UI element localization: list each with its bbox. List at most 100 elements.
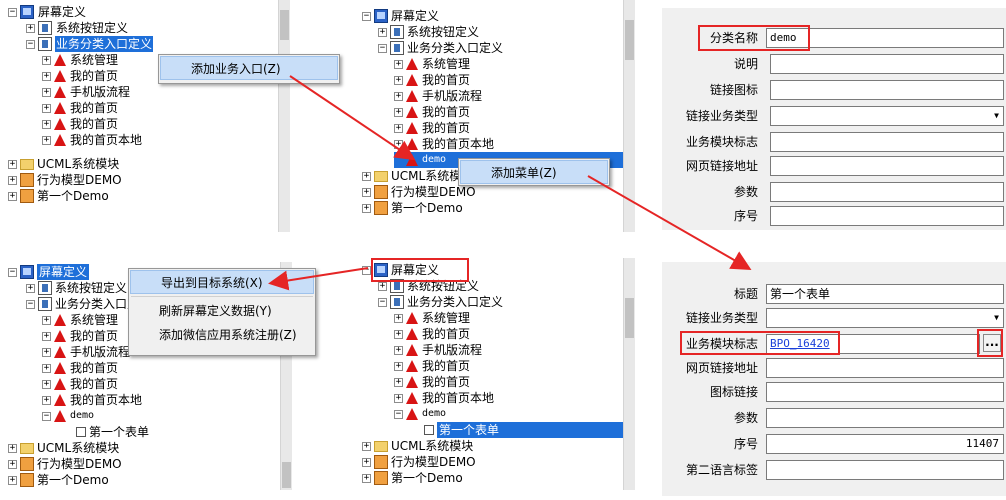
vertical-scrollbar[interactable]: [623, 0, 635, 232]
web-url-input[interactable]: [770, 156, 1004, 176]
expand-icon[interactable]: +: [394, 139, 403, 149]
expand-icon[interactable]: +: [42, 55, 51, 65]
tree-node-first-demo[interactable]: + 第一个Demo: [362, 200, 463, 216]
seq-input[interactable]: [770, 206, 1004, 226]
expand-icon[interactable]: +: [42, 71, 51, 81]
expand-icon[interactable]: +: [8, 175, 17, 185]
expand-icon[interactable]: +: [8, 459, 17, 469]
menu-item-wechat[interactable]: 添加微信应用系统注册(Z): [129, 323, 315, 347]
tree-node-first-demo[interactable]: + 第一个Demo: [8, 472, 109, 488]
expand-icon[interactable]: +: [42, 363, 51, 373]
tree-node-item[interactable]: + 我的首页: [42, 68, 118, 84]
expand-icon[interactable]: +: [394, 91, 403, 101]
link-business-type-select[interactable]: [770, 106, 1004, 126]
tree-node-business-category[interactable]: − 业务分类入口定义: [378, 294, 503, 310]
tree-node-item[interactable]: + 我的首页本地: [42, 392, 142, 408]
expand-icon[interactable]: +: [394, 59, 403, 69]
tree-node-item[interactable]: + 我的首页本地: [394, 136, 494, 152]
tree-node-ucml[interactable]: + UCML系统模块: [8, 156, 119, 172]
tree-node-item[interactable]: + 手机版流程: [394, 88, 482, 104]
link-business-type-select[interactable]: [766, 308, 1004, 328]
tree-node-behavior[interactable]: + 行为模型DEMO: [362, 184, 476, 200]
expand-icon[interactable]: +: [394, 393, 403, 403]
expand-icon[interactable]: +: [42, 395, 51, 405]
collapse-icon[interactable]: −: [394, 409, 403, 419]
collapse-icon[interactable]: −: [42, 411, 51, 421]
expand-icon[interactable]: +: [378, 281, 387, 291]
expand-icon[interactable]: +: [362, 457, 371, 467]
menu-item-export[interactable]: 导出到目标系统(X): [130, 270, 314, 294]
menu-item-refresh[interactable]: 刷新屏幕定义数据(Y): [129, 299, 315, 323]
tree-node-item[interactable]: + 我的首页: [394, 358, 470, 374]
expand-icon[interactable]: +: [362, 441, 371, 451]
link-icon-input[interactable]: [770, 80, 1004, 100]
title-input[interactable]: 第一个表单: [766, 284, 1004, 304]
tree-node-ucml[interactable]: + UCML系统模块: [362, 438, 473, 454]
expand-icon[interactable]: +: [42, 315, 51, 325]
tree-node-root[interactable]: − 屏幕定义: [8, 4, 87, 20]
expand-icon[interactable]: +: [394, 377, 403, 387]
tree-node-behavior[interactable]: + 行为模型DEMO: [8, 456, 122, 472]
expand-icon[interactable]: +: [394, 345, 403, 355]
expand-icon[interactable]: +: [394, 75, 403, 85]
expand-icon[interactable]: +: [8, 475, 17, 485]
tree-node-item[interactable]: + 我的首页: [394, 374, 470, 390]
expand-icon[interactable]: +: [26, 283, 35, 293]
vertical-scrollbar[interactable]: [278, 0, 290, 232]
tree-node-ucml[interactable]: + UCML系统模块: [8, 440, 119, 456]
collapse-icon[interactable]: −: [26, 39, 35, 49]
collapse-icon[interactable]: −: [362, 265, 371, 275]
tree-node-item[interactable]: + 我的首页: [394, 326, 470, 342]
tree-node-item[interactable]: + 我的首页本地: [42, 132, 142, 148]
expand-icon[interactable]: +: [394, 361, 403, 371]
expand-icon[interactable]: +: [42, 119, 51, 129]
tree-node-item[interactable]: + 我的首页本地: [394, 390, 494, 406]
tree-node-root[interactable]: − 屏幕定义: [362, 8, 439, 24]
tree-node-item[interactable]: + 手机版流程: [42, 84, 130, 100]
icon-link-input[interactable]: [766, 382, 1004, 402]
tree-node-first-form[interactable]: 第一个表单: [76, 424, 149, 440]
collapse-icon[interactable]: −: [362, 11, 371, 21]
tree-node-item[interactable]: + 系统管理: [394, 56, 470, 72]
expand-icon[interactable]: +: [42, 379, 51, 389]
tree-node-item[interactable]: + 我的首页: [42, 116, 118, 132]
expand-icon[interactable]: +: [362, 473, 371, 483]
tree-node-first-form[interactable]: 第一个表单: [424, 422, 630, 438]
seq-input[interactable]: 11407: [766, 434, 1004, 454]
second-language-input[interactable]: [766, 460, 1004, 480]
collapse-icon[interactable]: −: [8, 7, 17, 17]
tree-node-item[interactable]: + 系统管理: [42, 312, 118, 328]
tree-node-item[interactable]: + 系统管理: [42, 52, 118, 68]
expand-icon[interactable]: +: [394, 329, 403, 339]
expand-icon[interactable]: +: [42, 331, 51, 341]
expand-icon[interactable]: +: [8, 191, 17, 201]
business-module-input[interactable]: [770, 132, 1004, 152]
tree-node-system-buttons[interactable]: + 系统按钮定义: [26, 280, 127, 296]
tree-node-behavior[interactable]: + 行为模型DEMO: [8, 172, 122, 188]
expand-icon[interactable]: +: [378, 27, 387, 37]
tree-node-business-category[interactable]: − 业务分类入口定义: [26, 36, 154, 52]
expand-icon[interactable]: +: [8, 443, 17, 453]
expand-icon[interactable]: +: [42, 135, 51, 145]
params-input[interactable]: [770, 182, 1004, 202]
description-input[interactable]: [770, 54, 1004, 74]
tree-node-demo[interactable]: − demo: [394, 406, 446, 422]
params-input[interactable]: [766, 408, 1004, 428]
tree-node-item[interactable]: + 我的首页: [42, 100, 118, 116]
tree-node-system-buttons[interactable]: + 系统按钮定义: [26, 20, 129, 36]
expand-icon[interactable]: +: [26, 23, 35, 33]
expand-icon[interactable]: +: [42, 87, 51, 97]
tree-node-item[interactable]: + 我的首页: [394, 104, 470, 120]
expand-icon[interactable]: +: [362, 203, 371, 213]
vertical-scrollbar[interactable]: [623, 258, 635, 490]
tree-node-behavior[interactable]: + 行为模型DEMO: [362, 454, 476, 470]
tree-node-item[interactable]: + 我的首页: [394, 120, 470, 136]
expand-icon[interactable]: +: [394, 313, 403, 323]
tree-node-business-category[interactable]: − 业务分类入口定义: [378, 40, 503, 56]
tree-node-item[interactable]: + 系统管理: [394, 310, 470, 326]
tree-node-item[interactable]: + 我的首页: [42, 376, 118, 392]
expand-icon[interactable]: +: [394, 107, 403, 117]
menu-item-add-business-entry[interactable]: 添加业务入口(Z): [160, 56, 338, 80]
tree-node-item[interactable]: + 我的首页: [42, 328, 118, 344]
tree-node-item[interactable]: + 手机版流程: [42, 344, 130, 360]
